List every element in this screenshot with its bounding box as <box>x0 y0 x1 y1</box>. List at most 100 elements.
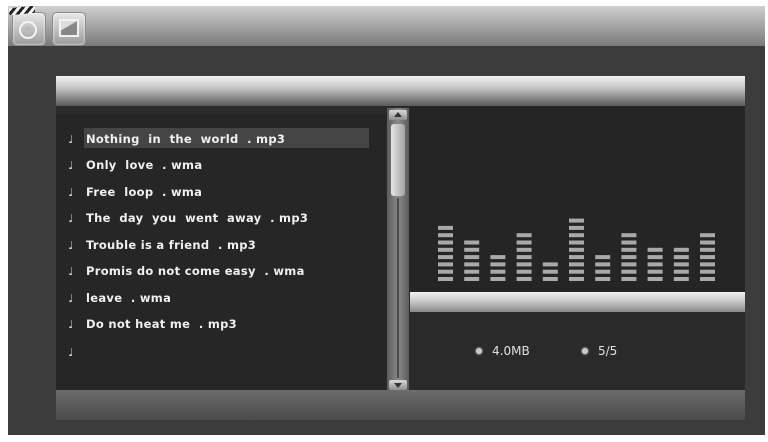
equalizer-segment <box>595 269 611 274</box>
equalizer-segment <box>438 233 453 238</box>
music-note-icon: ♩ <box>68 345 74 359</box>
equalizer-bar <box>621 233 637 281</box>
disc-icon <box>19 21 37 39</box>
equalizer-segment <box>673 269 689 274</box>
scroll-track <box>397 198 399 378</box>
equalizer-segment <box>673 262 689 267</box>
music-note-icon: ♩ <box>68 158 74 172</box>
scroll-up-button[interactable] <box>389 110 407 120</box>
equalizer-segment <box>569 225 584 230</box>
equalizer-segment <box>621 255 637 260</box>
bullet-icon <box>582 348 588 354</box>
list-item[interactable]: ♩ Trouble is a friend . mp3 <box>56 234 386 256</box>
equalizer-bar <box>700 233 715 281</box>
top-toolbar <box>8 6 765 46</box>
equalizer-segment <box>516 233 532 238</box>
equalizer-segment <box>464 277 480 281</box>
equalizer-bar <box>673 247 689 281</box>
equalizer-segment <box>700 277 715 281</box>
equalizer-segment <box>569 262 584 267</box>
equalizer-segment <box>516 262 532 267</box>
scroll-thumb[interactable] <box>391 124 405 196</box>
media-player-window: ♩ Nothing in the world . mp3 ♩ Only love… <box>8 6 765 435</box>
list-item[interactable]: ♩ Do not heat me . mp3 <box>56 313 386 335</box>
track-count-value: 5/5 <box>598 344 618 358</box>
equalizer-bar <box>569 218 584 281</box>
track-name: Trouble is a friend . mp3 <box>86 238 257 252</box>
list-item[interactable]: ♩ <box>56 341 386 363</box>
playlist: ♩ Nothing in the world . mp3 ♩ Only love… <box>56 114 386 390</box>
equalizer-segment <box>647 262 663 267</box>
music-note-icon: ♩ <box>68 291 74 305</box>
equalizer-segment <box>647 269 663 274</box>
list-item[interactable]: ♩ Only love . wma <box>56 154 386 176</box>
list-item[interactable]: ♩ The day you went away . mp3 <box>56 207 386 229</box>
equalizer-bars <box>438 218 715 281</box>
equalizer-segment <box>700 269 715 274</box>
equalizer-segment <box>647 255 663 260</box>
equalizer-segment <box>438 247 453 252</box>
equalizer-segment <box>569 233 584 238</box>
equalizer-segment <box>464 247 480 252</box>
equalizer-segment <box>673 247 689 252</box>
equalizer-segment <box>490 277 506 281</box>
equalizer-segment <box>464 255 480 260</box>
equalizer-segment <box>438 255 453 260</box>
track-name: Free loop . wma <box>86 185 203 199</box>
equalizer-segment <box>438 277 453 281</box>
file-size-value: 4.0MB <box>492 344 530 358</box>
equalizer-visualizer <box>410 106 745 292</box>
equalizer-segment <box>438 269 453 274</box>
clapboard-icon <box>8 6 36 16</box>
scroll-down-button[interactable] <box>389 380 407 390</box>
music-note-icon: ♩ <box>68 185 74 199</box>
equalizer-segment <box>673 277 689 281</box>
equalizer-segment <box>621 240 637 245</box>
track-name: Do not heat me . mp3 <box>86 317 237 331</box>
equalizer-segment <box>621 262 637 267</box>
equalizer-segment <box>569 247 584 252</box>
music-panel: ♩ Nothing in the world . mp3 ♩ Only love… <box>56 76 745 420</box>
music-note-icon: ♩ <box>68 211 74 225</box>
equalizer-segment <box>569 240 584 245</box>
photo-icon[interactable] <box>52 12 86 46</box>
equalizer-segment <box>542 262 558 267</box>
equalizer-segment <box>621 269 637 274</box>
equalizer-segment <box>673 255 689 260</box>
equalizer-segment <box>595 262 611 267</box>
equalizer-bar <box>490 255 506 281</box>
equalizer-bar <box>438 225 453 281</box>
equalizer-segment <box>621 233 637 238</box>
equalizer-segment <box>595 277 611 281</box>
list-item[interactable]: ♩ leave . wma <box>56 287 386 309</box>
equalizer-segment <box>490 262 506 267</box>
equalizer-segment <box>542 277 558 281</box>
equalizer-segment <box>490 269 506 274</box>
equalizer-segment <box>700 255 715 260</box>
equalizer-segment <box>569 277 584 281</box>
equalizer-segment <box>516 240 532 245</box>
equalizer-segment <box>464 240 480 245</box>
equalizer-segment <box>464 262 480 267</box>
panel-footer <box>56 390 745 420</box>
equalizer-segment <box>438 262 453 267</box>
equalizer-segment <box>516 255 532 260</box>
track-name: Nothing in the world . mp3 <box>86 132 286 146</box>
info-divider-bar <box>410 292 745 312</box>
list-item[interactable]: ♩ Free loop . wma <box>56 181 386 203</box>
equalizer-segment <box>516 269 532 274</box>
equalizer-bar <box>464 240 480 281</box>
playlist-scrollbar[interactable] <box>387 108 409 392</box>
track-name: The day you went away . mp3 <box>86 211 309 225</box>
music-note-icon: ♩ <box>68 264 74 278</box>
equalizer-bar <box>647 247 663 281</box>
equalizer-segment <box>595 255 611 260</box>
equalizer-segment <box>700 247 715 252</box>
track-name: leave . wma <box>86 291 172 305</box>
music-icon[interactable] <box>8 6 46 46</box>
file-info-area: 4.0MB 5/5 <box>410 312 745 390</box>
list-item[interactable]: ♩ Nothing in the world . mp3 <box>56 128 386 150</box>
music-note-icon: ♩ <box>68 238 74 252</box>
picture-icon <box>59 19 79 37</box>
list-item[interactable]: ♩ Promis do not come easy . wma <box>56 260 386 282</box>
